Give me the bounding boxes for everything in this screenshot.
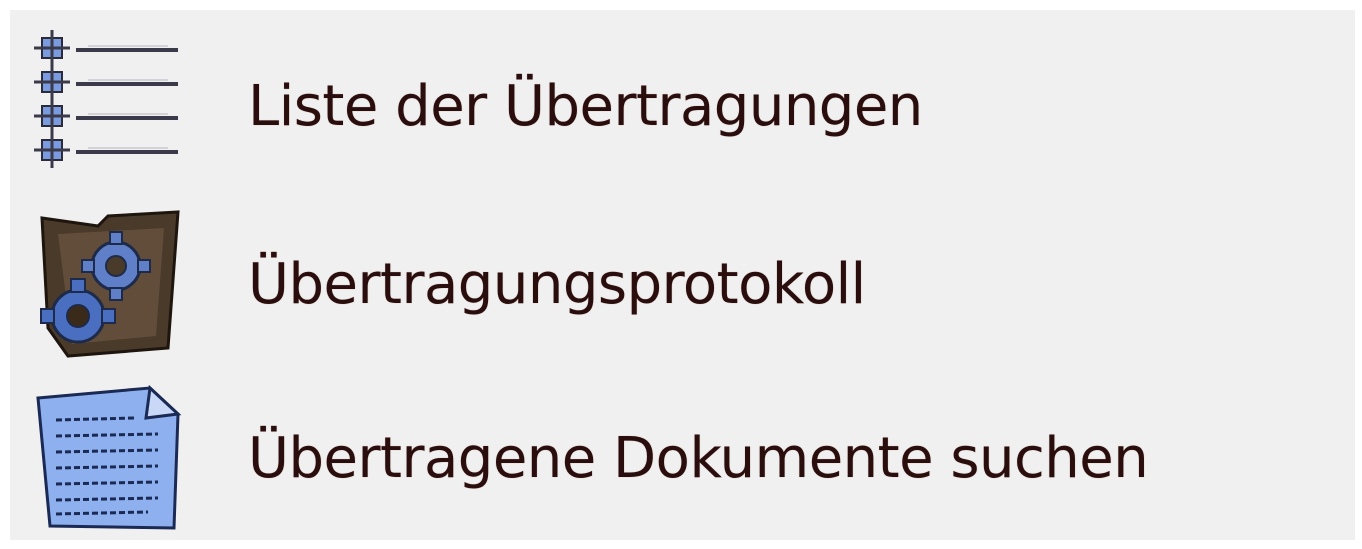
menu-item-transfer-list[interactable]: Liste der Übertragungen [10,12,1355,188]
document-search-icon [28,374,188,534]
checklist-icon [28,20,188,180]
menu-item-label: Übertragene Dokumente suchen [248,426,1149,491]
menu-item-transfer-log[interactable]: Übertragungsprotokoll [10,190,1355,366]
transfer-menu-panel: Liste der Übertragungen Übertragungsprot… [10,10,1355,540]
menu-item-search-transferred-documents[interactable]: Übertragene Dokumente suchen [10,366,1355,542]
gear-folder-icon [28,198,188,358]
menu-item-label: Liste der Übertragungen [248,74,923,139]
menu-item-label: Übertragungsprotokoll [248,252,866,317]
